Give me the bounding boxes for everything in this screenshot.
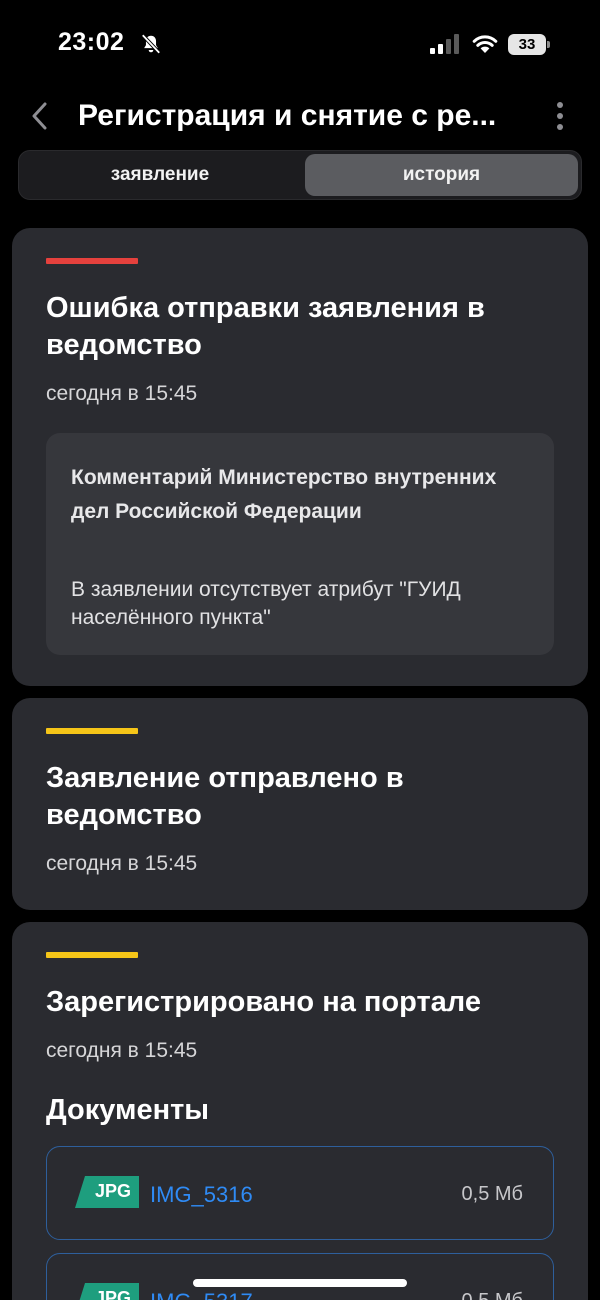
comment-text: В заявлении отсутствует атрибут "ГУИД на… [71,578,461,629]
status-indicator-pending [46,952,138,958]
document-name[interactable]: IMG_5317 [150,1289,253,1300]
page-title: Регистрация и снятие с ре... [78,99,497,132]
history-card-sent: Заявление отправлено в ведомство сегодня… [12,698,588,910]
history-card-error: Ошибка отправки заявления в ведомство се… [12,228,588,686]
event-title: Зарегистрировано на портале [46,986,481,1018]
bell-off-icon [141,34,161,54]
event-date: сегодня в 15:45 [46,382,198,405]
comment-title: Комментарий Министерство внутренних дел … [71,466,497,523]
history-card-registered: Зарегистрировано на портале сегодня в 15… [12,922,588,1300]
document-item[interactable]: JPG IMG_5317 0,5 Мб [46,1253,554,1300]
status-indicator-pending [46,728,138,734]
documents-heading: Документы [46,1094,210,1126]
status-indicator-error [46,258,138,264]
event-date: сегодня в 15:45 [46,1039,198,1062]
wifi-icon [472,35,498,53]
segmented-control: заявление история [18,150,582,200]
file-type-label: JPG [95,1181,132,1201]
event-title: Заявление отправлено в ведомство [46,762,404,831]
battery-level: 33 [508,34,546,55]
battery-icon: 33 [508,34,550,55]
battery-cap [547,41,550,48]
more-vertical-icon[interactable] [548,98,572,134]
status-bar: 23:02 33 [0,0,600,90]
signal-icon [430,34,459,54]
file-type-label: JPG [95,1288,132,1300]
event-title: Ошибка отправки заявления в ведомство [46,292,485,361]
document-size: 0,5 Мб [461,1183,523,1205]
tab-application[interactable]: заявление [22,154,298,196]
event-date: сегодня в 15:45 [46,852,198,875]
tab-history[interactable]: история [305,154,578,196]
document-name[interactable]: IMG_5316 [150,1182,253,1208]
nav-bar: Регистрация и снятие с ре... [0,90,600,142]
chevron-left-icon[interactable] [26,98,56,134]
document-item[interactable]: JPG IMG_5316 0,5 Мб [46,1146,554,1240]
comment-box: Комментарий Министерство внутренних дел … [46,433,554,655]
status-time: 23:02 [58,28,125,56]
document-size: 0,5 Мб [462,1290,523,1300]
home-indicator[interactable] [193,1279,407,1287]
